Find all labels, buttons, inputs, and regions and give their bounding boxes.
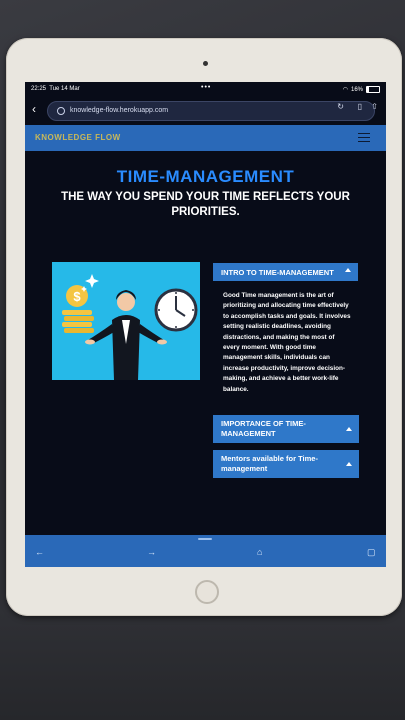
share-icon[interactable]: ⇧: [371, 102, 378, 111]
importance-accordion-button[interactable]: IMPORTANCE OF TIME-MANAGEMENT: [213, 415, 359, 443]
site-info-icon[interactable]: [57, 107, 65, 115]
address-bar: ‹ knowledge-flow.herokuapp.com ↻ ▯ ⇧: [25, 98, 386, 124]
hamburger-menu-icon[interactable]: [358, 133, 370, 145]
mentors-accordion-label: Mentors available for Time-management: [221, 454, 318, 473]
bookmark-icon[interactable]: ▯: [358, 102, 362, 111]
intro-accordion-button[interactable]: INTRO TO TIME-MANAGEMENT: [213, 263, 358, 281]
time-management-illustration: $: [52, 262, 200, 380]
mentors-accordion-button[interactable]: Mentors available for Time-management: [213, 450, 359, 478]
url-text: knowledge-flow.herokuapp.com: [70, 107, 169, 114]
site-navbar: KNOWLEDGE FLOW: [25, 125, 386, 151]
toolbar-handle[interactable]: [198, 538, 212, 540]
site-logo[interactable]: KNOWLEDGE FLOW: [35, 133, 121, 142]
caret-up-icon: [345, 268, 351, 272]
reload-icon[interactable]: ↻: [337, 102, 344, 111]
caret-up-icon: [346, 427, 352, 431]
multitask-dots[interactable]: •••: [201, 84, 211, 91]
importance-accordion-label: IMPORTANCE OF TIME-MANAGEMENT: [221, 419, 306, 438]
status-time: 22:25 Tue 14 Mar: [31, 86, 80, 92]
status-bar: 22:25 Tue 14 Mar ••• ◠ 16%: [25, 82, 386, 96]
front-camera: [203, 61, 208, 66]
url-field[interactable]: knowledge-flow.herokuapp.com: [47, 101, 375, 121]
home-icon[interactable]: ⌂: [257, 547, 262, 557]
intro-body-text: Good Time management is the art of prior…: [223, 292, 351, 393]
page-subtitle: THE WAY YOU SPEND YOUR TIME REFLECTS YOU…: [61, 191, 350, 218]
svg-text:$: $: [73, 289, 81, 304]
caret-up-icon: [346, 462, 352, 466]
arrow-right-icon[interactable]: →: [147, 547, 156, 557]
arrow-left-icon[interactable]: ←: [35, 547, 44, 557]
browser-toolbar: ← → ⌂ ▢: [25, 535, 386, 567]
intro-accordion-label: INTRO TO TIME-MANAGEMENT: [221, 268, 334, 277]
tablet-screen: 22:25 Tue 14 Mar ••• ◠ 16% ‹ knowledge-f…: [25, 82, 386, 567]
home-button[interactable]: [195, 580, 219, 604]
background-table: [0, 610, 405, 720]
battery-icon: [366, 86, 380, 93]
battery-percent: 16%: [350, 86, 363, 93]
tabs-icon[interactable]: ▢: [367, 547, 376, 558]
status-right: ◠ 16%: [343, 86, 380, 93]
wifi-icon: ◠: [342, 87, 348, 93]
page-title: TIME-MANAGEMENT: [116, 167, 295, 186]
back-icon[interactable]: ‹: [32, 102, 36, 116]
